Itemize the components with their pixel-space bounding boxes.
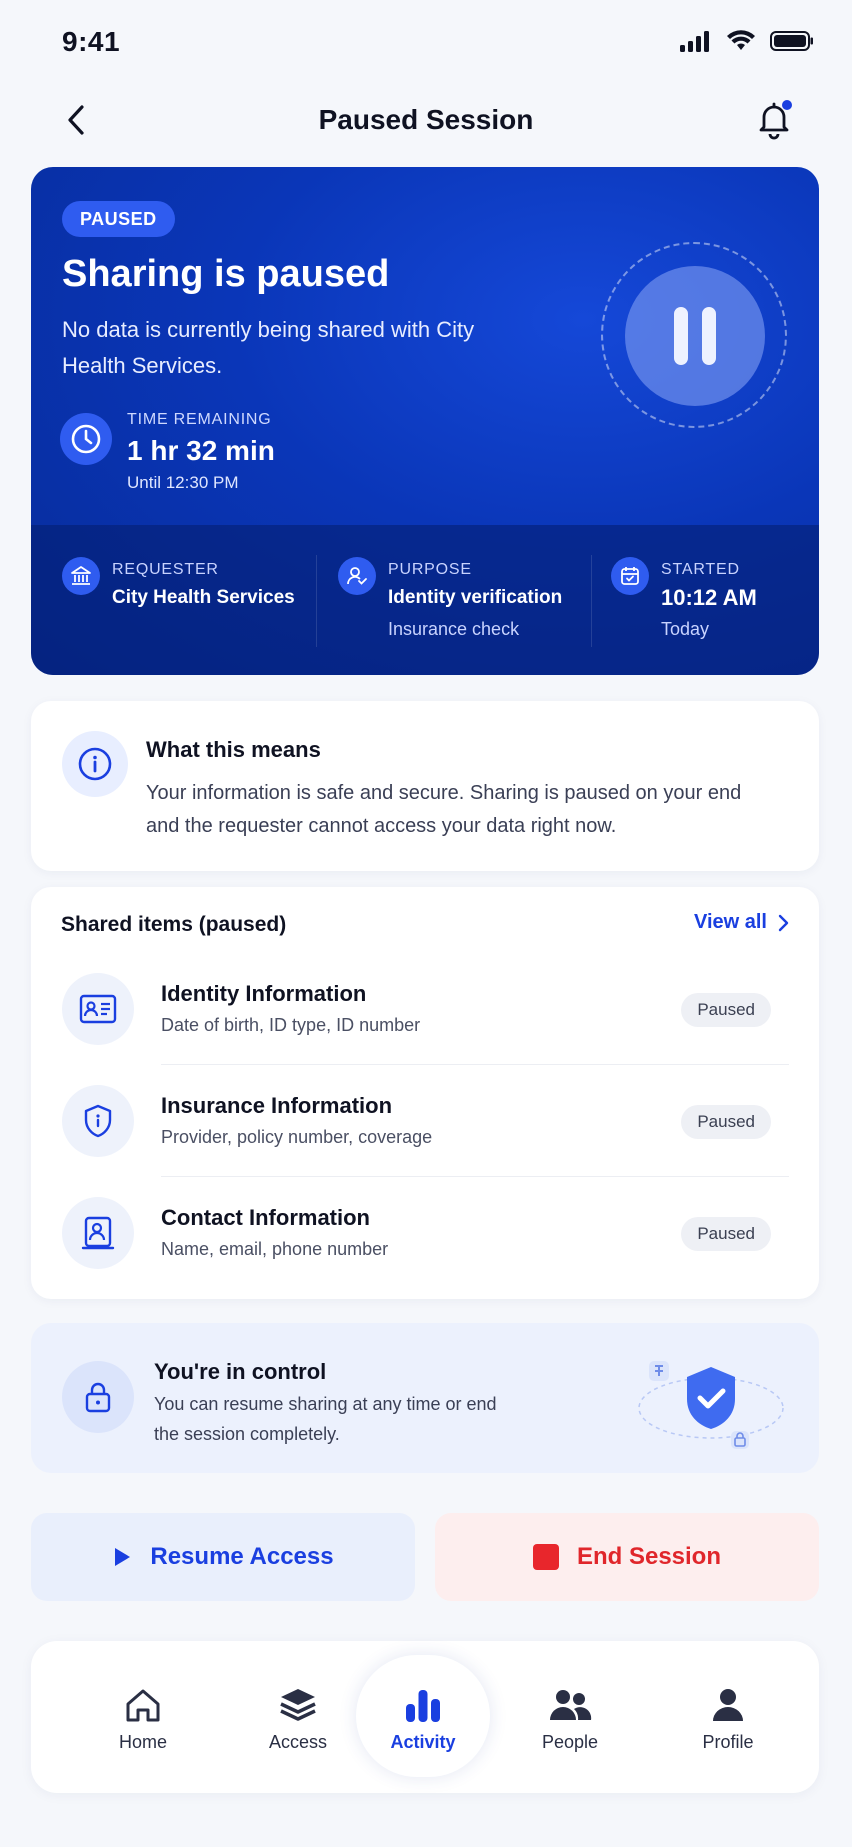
status-badge: PAUSED	[62, 201, 175, 237]
info-icon	[62, 731, 128, 797]
requester-value: City Health Services	[112, 587, 295, 608]
person-icon	[713, 1689, 743, 1721]
tab-label: Access	[268, 1732, 328, 1752]
item-title: Identity Information	[161, 981, 367, 1006]
home-icon	[126, 1689, 160, 1722]
list-item[interactable]: Contact Information Name, email, phone n…	[31, 1177, 819, 1289]
tab-label: Home	[118, 1732, 167, 1752]
started-sub: Today	[661, 619, 710, 639]
started-detail: STARTED 10:12 AM Today	[611, 557, 801, 649]
list-item[interactable]: Insurance Information Provider, policy n…	[31, 1065, 819, 1177]
bank-icon	[62, 557, 100, 595]
lock-icon	[62, 1361, 134, 1433]
item-subtitle: Date of birth, ID type, ID number	[161, 1015, 421, 1035]
item-title: Insurance Information	[161, 1093, 393, 1118]
time-remaining-until: Until 12:30 PM	[127, 473, 239, 492]
hero-description: No data is currently being shared with C…	[62, 317, 475, 378]
purpose-detail: PURPOSE Identity verification Insurance …	[338, 557, 578, 649]
started-value: 10:12 AM	[661, 585, 757, 610]
tab-activity[interactable]: Activity	[358, 1641, 488, 1793]
tab-people[interactable]: People	[505, 1641, 635, 1793]
requester-label: REQUESTER	[112, 561, 219, 578]
bell-icon	[759, 100, 792, 140]
pause-icon	[625, 266, 765, 406]
control-title: You're in control	[154, 1359, 327, 1384]
purpose-sub: Insurance check	[388, 619, 520, 639]
time-remaining-value: 1 hr 32 min	[127, 435, 275, 466]
battery-icon	[770, 31, 813, 51]
resume-access-label: Resume Access	[150, 1543, 334, 1570]
shield-icon	[62, 1085, 134, 1157]
nav-header: Paused Session	[0, 90, 852, 150]
info-title: What this means	[146, 737, 321, 762]
end-session-button[interactable]: End Session	[435, 1513, 819, 1601]
started-label: STARTED	[661, 561, 740, 578]
people-icon	[550, 1690, 592, 1720]
layers-icon	[280, 1689, 316, 1721]
page-title: Paused Session	[318, 104, 534, 135]
tab-bar: Home Access Activity People Profile	[31, 1641, 819, 1793]
shared-items-title: Shared items (paused)	[61, 913, 287, 936]
bar-chart-icon	[406, 1690, 440, 1722]
clock-icon	[60, 413, 112, 465]
status-badge: Paused	[681, 1217, 771, 1251]
signal-icon	[680, 31, 709, 52]
play-icon	[115, 1548, 131, 1566]
item-title: Contact Information	[161, 1205, 370, 1230]
tab-home[interactable]: Home	[78, 1641, 208, 1793]
view-all-link[interactable]: View all	[694, 911, 789, 934]
control-body: You can resume sharing at any time or en…	[154, 1394, 497, 1444]
tab-label: Activity	[390, 1732, 456, 1752]
calendar-icon	[611, 557, 649, 595]
info-card: What this means Your information is safe…	[31, 701, 819, 871]
resume-access-button[interactable]: Resume Access	[31, 1513, 415, 1601]
wifi-icon	[727, 30, 755, 50]
time-remaining-label: TIME REMAINING	[127, 411, 272, 428]
control-card: You're in control You can resume sharing…	[31, 1323, 819, 1473]
session-details: REQUESTER City Health Services PURPOSE I…	[31, 525, 819, 675]
purpose-label: PURPOSE	[388, 561, 472, 578]
tab-label: Profile	[702, 1732, 754, 1752]
end-session-label: End Session	[576, 1543, 722, 1570]
tab-access[interactable]: Access	[233, 1641, 363, 1793]
chevron-right-icon	[778, 914, 789, 931]
requester-detail: REQUESTER City Health Services	[62, 557, 302, 649]
info-body: Your information is safe and secure. Sha…	[146, 782, 742, 837]
stop-icon	[532, 1544, 559, 1570]
item-subtitle: Provider, policy number, coverage	[161, 1127, 433, 1147]
status-bar: 9:41	[0, 0, 852, 90]
user-check-icon	[338, 557, 376, 595]
hero-title: Sharing is paused	[62, 253, 390, 295]
status-badge: Paused	[681, 1105, 771, 1139]
item-subtitle: Name, email, phone number	[161, 1239, 389, 1259]
status-time: 9:41	[62, 26, 121, 57]
status-badge: Paused	[681, 993, 771, 1027]
view-all-label: View all	[693, 911, 767, 933]
id-card-icon	[62, 973, 134, 1045]
list-item[interactable]: Identity Information Date of birth, ID t…	[31, 953, 819, 1065]
security-shield-illustration	[638, 1361, 784, 1449]
session-status-card: PAUSED Sharing is paused No data is curr…	[31, 167, 819, 675]
contact-icon	[62, 1197, 134, 1269]
tab-profile[interactable]: Profile	[663, 1641, 793, 1793]
tab-label: People	[541, 1732, 599, 1752]
status-icons	[680, 30, 814, 52]
purpose-value: Identity verification	[388, 587, 563, 608]
shared-items-card: Shared items (paused) View all Identity …	[31, 887, 819, 1299]
notifications-button[interactable]	[752, 98, 796, 142]
